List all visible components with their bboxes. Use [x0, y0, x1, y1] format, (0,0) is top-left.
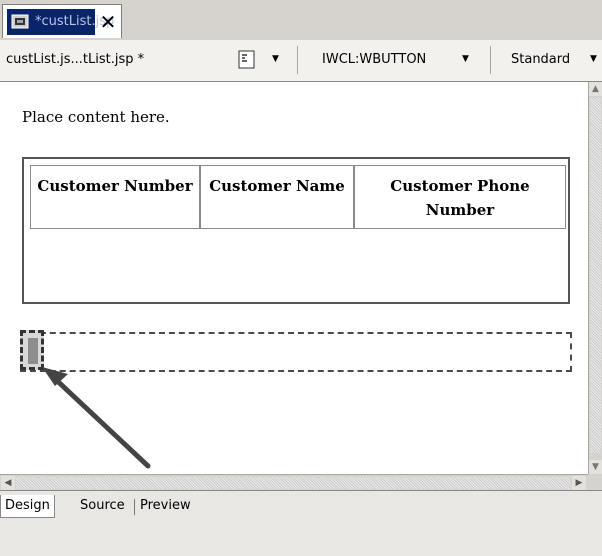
horizontal-scroll-track[interactable]: [16, 477, 570, 489]
scroll-right-icon[interactable]: ▶: [572, 476, 586, 490]
editor-tab-strip: *custList.jsp ✕: [0, 0, 602, 41]
tab-preview[interactable]: Preview: [140, 495, 191, 517]
pointer-arrow: [42, 367, 151, 469]
scrollbar-corner: [588, 474, 602, 490]
page-properties-icon[interactable]: [238, 50, 256, 70]
design-canvas[interactable]: Place content here. Customer Number Cust…: [0, 82, 588, 474]
toolbar-separator: [490, 46, 491, 74]
editor-tab-custlist[interactable]: *custList.jsp ✕: [2, 4, 122, 38]
chevron-down-icon[interactable]: ▼: [462, 54, 469, 64]
tag-selector-combo[interactable]: IWCL:WBUTTON: [322, 52, 426, 67]
horizontal-scrollbar[interactable]: ◀ ▶: [0, 474, 588, 490]
vertical-scrollbar[interactable]: ▲ ▼: [588, 82, 602, 474]
style-selector-combo[interactable]: Standard: [511, 52, 570, 67]
jsp-file-icon: [11, 14, 29, 29]
editor-toolbar: custList.js...tList.jsp * ▼ IWCL:WBUTTON…: [0, 40, 602, 82]
scroll-left-icon[interactable]: ◀: [1, 476, 15, 490]
chevron-down-icon[interactable]: ▼: [590, 54, 597, 64]
chevron-down-icon[interactable]: ▼: [272, 54, 279, 64]
tab-title-highlight: *custList.jsp: [7, 9, 114, 35]
tab-separator: [134, 499, 135, 515]
close-icon[interactable]: ✕: [97, 9, 119, 35]
tab-design[interactable]: Design: [0, 495, 55, 518]
view-tabs: Design Source Preview: [0, 490, 602, 556]
file-breadcrumb: custList.js...tList.jsp *: [6, 52, 145, 67]
scroll-down-icon[interactable]: ▼: [589, 460, 602, 474]
tab-source[interactable]: Source: [80, 495, 125, 517]
vertical-scroll-track[interactable]: [590, 98, 601, 453]
scroll-up-icon[interactable]: ▲: [589, 82, 602, 96]
toolbar-separator: [297, 46, 298, 74]
